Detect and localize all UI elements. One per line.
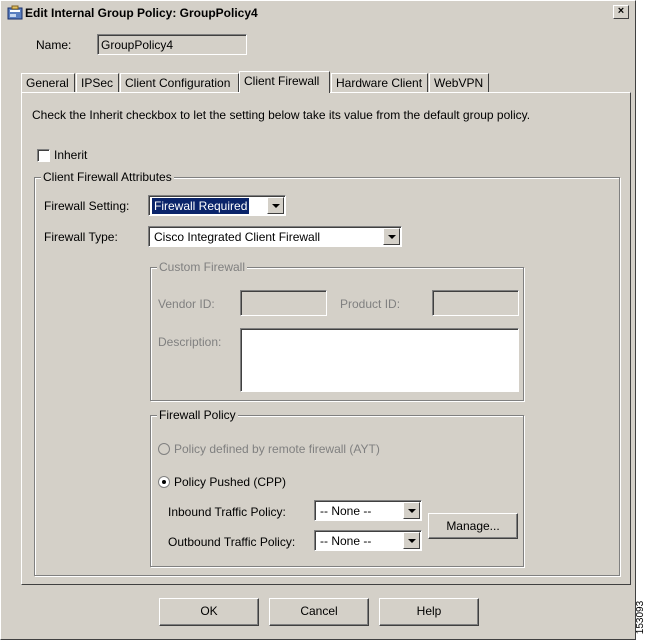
- dialog-window: Edit Internal Group Policy: GroupPolicy4…: [0, 0, 636, 640]
- inherit-label: Inherit: [54, 148, 88, 162]
- vendor-id-label: Vendor ID:: [158, 297, 215, 311]
- custom-firewall-group: Custom Firewall Vendor ID: Product ID: D…: [150, 260, 524, 401]
- firewall-setting-label: Firewall Setting:: [44, 199, 130, 213]
- help-button[interactable]: Help: [379, 598, 479, 626]
- radio-selected-dot: [162, 480, 166, 484]
- chevron-down-icon[interactable]: [267, 197, 284, 214]
- tab-label: Hardware Client: [336, 76, 423, 90]
- name-field[interactable]: GroupPolicy4: [97, 34, 247, 55]
- inbound-traffic-dropdown[interactable]: -- None --: [314, 500, 422, 521]
- policy-cpp-label: Policy Pushed (CPP): [174, 475, 287, 489]
- window-title: Edit Internal Group Policy: GroupPolicy4: [25, 6, 258, 20]
- tab-label: IPSec: [81, 76, 114, 90]
- tab-label: Client Firewall: [244, 74, 320, 88]
- firewall-type-dropdown[interactable]: Cisco Integrated Client Firewall: [148, 226, 402, 247]
- tab-webvpn[interactable]: WebVPN: [429, 73, 489, 92]
- policy-ayt-label: Policy defined by remote firewall (AYT): [174, 442, 380, 456]
- manage-button[interactable]: Manage...: [428, 513, 518, 539]
- firewall-setting-dropdown[interactable]: Firewall Required: [148, 195, 286, 216]
- description-field[interactable]: [240, 328, 519, 392]
- figure-id: 153093: [635, 598, 651, 638]
- tab-ipsec[interactable]: IPSec: [76, 73, 119, 92]
- outbound-traffic-value: -- None --: [320, 534, 372, 548]
- group-title: Custom Firewall: [157, 260, 248, 274]
- ok-button[interactable]: OK: [159, 598, 259, 626]
- inbound-traffic-label: Inbound Traffic Policy:: [168, 505, 286, 519]
- tab-panel: Check the Inherit checkbox to let the se…: [21, 92, 631, 585]
- inherit-checkbox[interactable]: [37, 149, 50, 162]
- chevron-down-icon[interactable]: [403, 502, 420, 519]
- inbound-traffic-value: -- None --: [320, 504, 372, 518]
- tab-general[interactable]: General: [21, 73, 75, 92]
- group-title: Client Firewall Attributes: [41, 170, 174, 184]
- close-icon[interactable]: ×: [613, 5, 629, 19]
- chevron-down-icon[interactable]: [383, 228, 400, 245]
- title-bar[interactable]: Edit Internal Group Policy: GroupPolicy4…: [3, 3, 633, 23]
- policy-ayt-radio[interactable]: [158, 443, 170, 455]
- product-id-field[interactable]: [432, 290, 519, 316]
- client-firewall-attributes-group: Client Firewall Attributes Firewall Sett…: [34, 170, 620, 576]
- figure-id-text: 153093: [635, 600, 647, 635]
- group-title: Firewall Policy: [157, 408, 238, 422]
- tab-client-configuration[interactable]: Client Configuration: [120, 73, 239, 92]
- instructions-text: Check the Inherit checkbox to let the se…: [32, 108, 531, 122]
- tab-client-firewall[interactable]: Client Firewall: [239, 71, 330, 93]
- outbound-traffic-dropdown[interactable]: -- None --: [314, 530, 422, 551]
- outbound-traffic-label: Outbound Traffic Policy:: [168, 535, 296, 549]
- vendor-id-field[interactable]: [240, 290, 327, 316]
- firewall-setting-value: Firewall Required: [152, 198, 250, 214]
- cancel-button[interactable]: Cancel: [269, 598, 369, 626]
- name-label: Name:: [36, 38, 72, 52]
- description-label: Description:: [158, 335, 222, 349]
- tab-label: Client Configuration: [125, 76, 231, 90]
- app-icon: [7, 5, 23, 20]
- policy-cpp-radio[interactable]: [158, 476, 170, 488]
- product-id-label: Product ID:: [340, 297, 401, 311]
- tab-label: General: [26, 76, 69, 90]
- firewall-type-value: Cisco Integrated Client Firewall: [154, 230, 321, 244]
- tab-hardware-client[interactable]: Hardware Client: [331, 73, 428, 92]
- firewall-type-label: Firewall Type:: [44, 230, 118, 244]
- firewall-policy-group: Firewall Policy Policy defined by remote…: [150, 408, 524, 567]
- chevron-down-icon[interactable]: [403, 532, 420, 549]
- tab-label: WebVPN: [434, 76, 484, 90]
